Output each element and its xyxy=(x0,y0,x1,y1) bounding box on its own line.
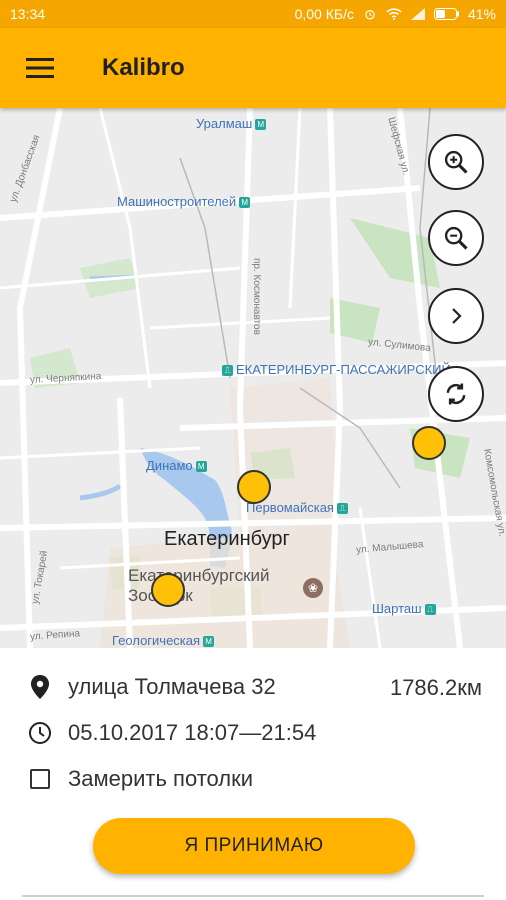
map-label-geologicheskaya: Геологическая M xyxy=(112,633,215,648)
zoom-out-button[interactable] xyxy=(428,210,484,266)
map-label-mashinostroiteley: Машиностроителей M xyxy=(117,194,251,209)
map-label-city: Екатеринбург xyxy=(164,528,290,550)
menu-button[interactable] xyxy=(0,28,80,108)
order-datetime: 05.10.2017 18:07—21:54 xyxy=(68,720,317,745)
map-label-kosmonavtov: пр. Космонавтов xyxy=(251,258,262,335)
zoo-paw-icon: ❀ xyxy=(303,578,323,598)
wifi-icon xyxy=(386,8,402,20)
refresh-button[interactable] xyxy=(428,366,484,422)
network-speed: 0,00 КБ/с xyxy=(294,6,354,22)
map-label-shartash: Шарташ ⎍ xyxy=(372,601,436,616)
app-title: Kalibro xyxy=(102,54,185,81)
hamburger-icon xyxy=(26,58,54,78)
measure-ceilings-label: Замерить потолки xyxy=(68,766,254,791)
accept-button[interactable]: Я ПРИНИМАЮ xyxy=(93,818,415,874)
zoom-in-button[interactable] xyxy=(428,134,484,190)
order-marker[interactable] xyxy=(151,573,185,607)
measure-ceilings-checkbox[interactable] xyxy=(30,769,50,789)
battery-percent: 41% xyxy=(467,6,496,22)
order-marker[interactable] xyxy=(237,470,271,504)
refresh-icon xyxy=(446,383,466,405)
zoom-out-icon xyxy=(444,226,468,250)
measure-ceilings-row[interactable]: Замерить потолки xyxy=(28,766,253,792)
map-label-station: ⎍ ЕКАТЕРИНБУРГ-ПАССАЖИРСКИЙ xyxy=(222,362,451,377)
order-address: улица Толмачева 32 xyxy=(68,674,276,699)
next-button[interactable] xyxy=(428,288,484,344)
clock-icon xyxy=(28,721,52,745)
signal-icon xyxy=(410,8,425,20)
map-label-dinamo: Динамо M xyxy=(146,458,207,473)
address-row: улица Толмачева 32 xyxy=(28,674,276,700)
map-label-uralmash: Уралмаш M xyxy=(196,116,267,131)
divider xyxy=(22,895,484,897)
chevron-right-icon xyxy=(452,308,462,324)
alarm-icon xyxy=(365,10,375,20)
order-distance: 1786.2км xyxy=(389,675,482,700)
zoom-in-icon xyxy=(444,150,468,174)
status-bar: 13:34 0,00 КБ/с 41% xyxy=(0,0,506,28)
status-icons: 0,00 КБ/с 41% xyxy=(295,6,496,22)
status-time: 13:34 xyxy=(10,6,46,22)
app-bar: Kalibro xyxy=(0,28,506,108)
datetime-row: 05.10.2017 18:07—21:54 xyxy=(28,720,316,746)
map-view[interactable]: Уралмаш M Машиностроителей M пр. Космонавт… xyxy=(0,108,506,648)
location-pin-icon xyxy=(28,675,52,699)
order-marker[interactable] xyxy=(412,426,446,460)
battery-icon xyxy=(433,8,459,20)
